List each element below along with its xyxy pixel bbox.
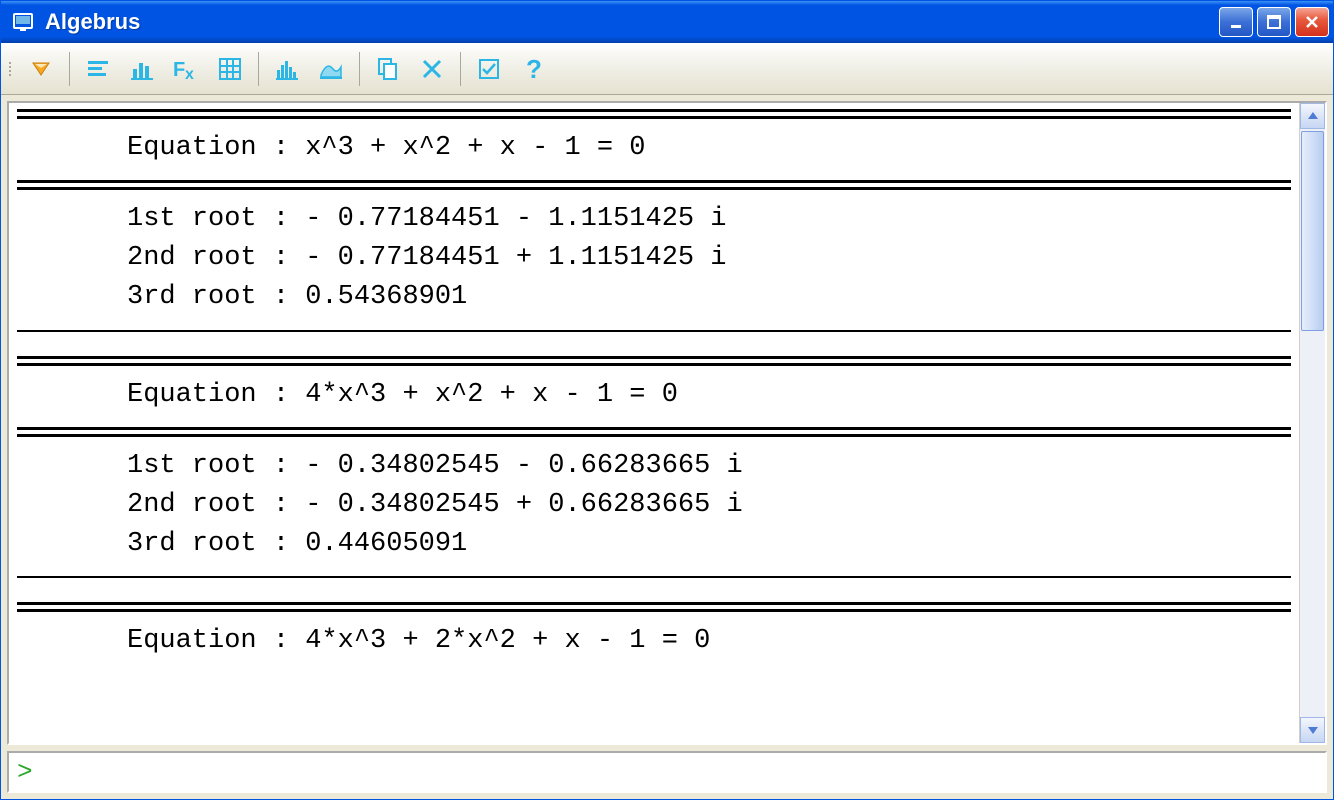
dropdown-button[interactable] [19,49,63,89]
close-button[interactable] [1295,7,1329,37]
vertical-scrollbar[interactable] [1299,103,1325,743]
help-button[interactable]: ? [511,49,555,89]
align-button[interactable] [76,49,120,89]
toolbar-separator [258,52,259,86]
toolbar-separator [359,52,360,86]
root-line: 2nd root : - 0.34802545 + 0.66283665 i [17,486,1291,525]
divider-double [17,180,1291,190]
toolbar-gripper [7,54,15,84]
prompt-symbol: > [17,757,33,787]
svg-text:?: ? [526,55,542,83]
root-line: 1st root : - 0.34802545 - 0.66283665 i [17,447,1291,486]
copy-button[interactable] [366,49,410,89]
chevron-down-icon [1307,724,1319,736]
maximize-button[interactable] [1257,7,1291,37]
scroll-track[interactable] [1300,129,1325,717]
scroll-down-button[interactable] [1300,717,1325,743]
equation-line: Equation : 4*x^3 + x^2 + x - 1 = 0 [17,376,1291,415]
app-window: Algebrus [0,0,1334,800]
chevron-up-icon [1307,110,1319,122]
equation-line: Equation : x^3 + x^2 + x - 1 = 0 [17,129,1291,168]
command-input[interactable] [33,757,1317,787]
divider-single [17,576,1291,578]
command-input-frame: > [7,751,1327,793]
root-line: 3rd root : 0.54368901 [17,278,1291,317]
divider-single [17,330,1291,332]
grid-icon [216,55,244,83]
minimize-button[interactable] [1219,7,1253,37]
options-button[interactable] [467,49,511,89]
divider-double [17,109,1291,119]
histogram-button[interactable] [265,49,309,89]
svg-text:x: x [185,66,194,83]
app-icon [11,10,35,34]
root-line: 3rd root : 0.44605091 [17,525,1291,564]
scroll-up-button[interactable] [1300,103,1325,129]
output-frame: Equation : x^3 + x^2 + x - 1 = 0 1st roo… [7,101,1327,745]
surface-button[interactable] [309,49,353,89]
copy-icon [374,55,402,83]
histogram-icon [273,55,301,83]
toolbar-separator [460,52,461,86]
divider-double [17,356,1291,366]
fx-icon: Fx [171,55,201,83]
window-title: Algebrus [45,9,1219,35]
delete-button[interactable] [410,49,454,89]
svg-text:F: F [173,59,185,81]
help-icon: ? [519,55,547,83]
delete-icon [418,55,446,83]
root-line: 1st root : - 0.77184451 - 1.1151425 i [17,200,1291,239]
output-pane[interactable]: Equation : x^3 + x^2 + x - 1 = 0 1st roo… [9,103,1299,743]
scroll-thumb[interactable] [1301,131,1324,331]
toolbar: Fx [1,43,1333,95]
chart-button[interactable] [120,49,164,89]
root-line: 2nd root : - 0.77184451 + 1.1151425 i [17,239,1291,278]
titlebar: Algebrus [1,1,1333,43]
surface-icon [317,55,345,83]
bar-chart-icon [128,55,156,83]
divider-double [17,427,1291,437]
dropdown-icon [27,55,55,83]
toolbar-separator [69,52,70,86]
function-button[interactable]: Fx [164,49,208,89]
equation-line: Equation : 4*x^3 + 2*x^2 + x - 1 = 0 [17,622,1291,661]
window-controls [1219,7,1329,37]
checkbox-icon [475,55,503,83]
divider-double [17,602,1291,612]
content-area: Equation : x^3 + x^2 + x - 1 = 0 1st roo… [1,95,1333,799]
align-left-icon [84,55,112,83]
grid-button[interactable] [208,49,252,89]
